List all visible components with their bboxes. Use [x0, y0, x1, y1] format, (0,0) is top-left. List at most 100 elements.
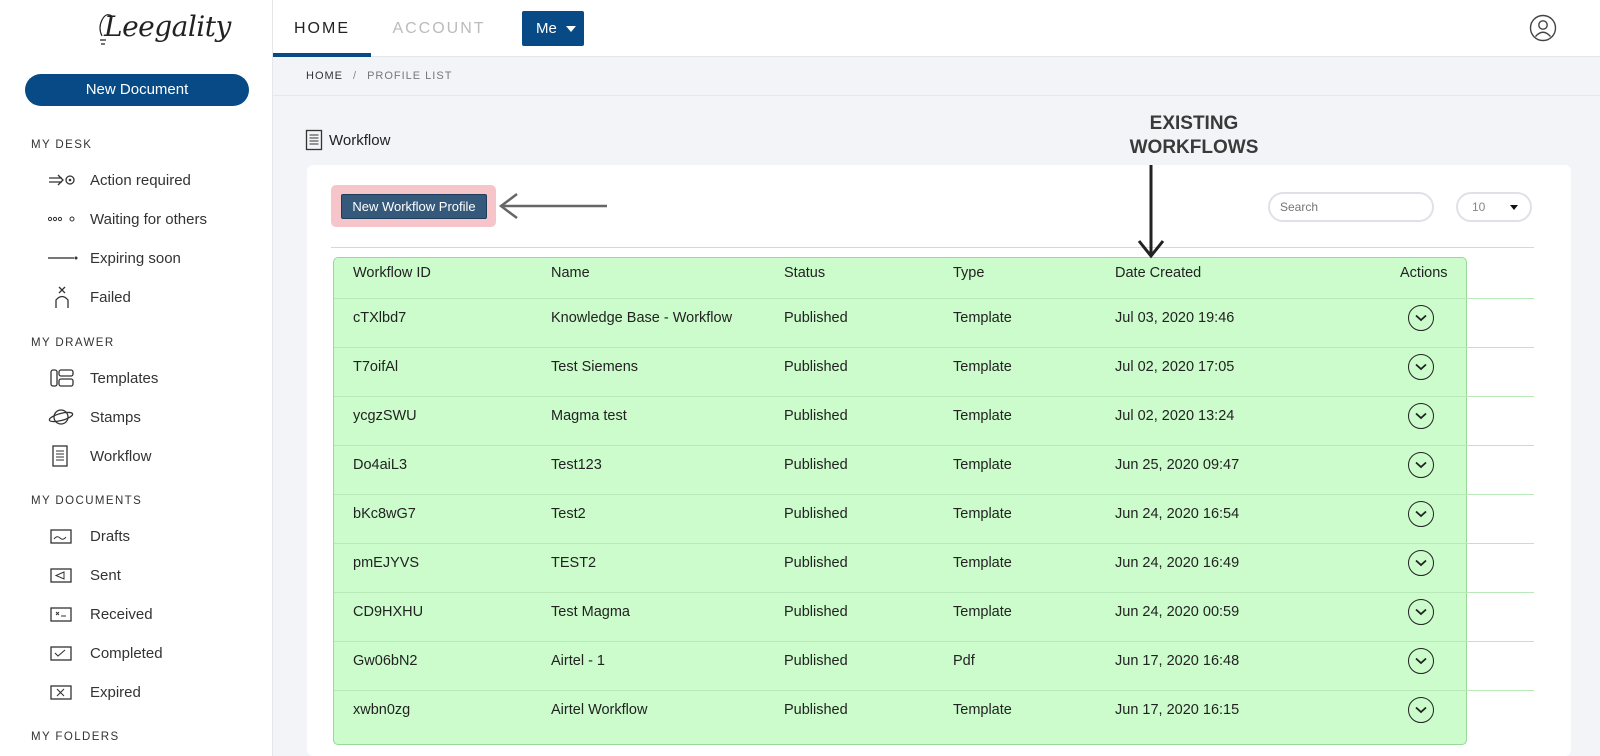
- me-dropdown-button[interactable]: Me: [522, 11, 584, 46]
- cell-type: Template: [953, 506, 1012, 522]
- workflow-document-icon: [305, 129, 323, 151]
- column-header-name: Name: [551, 265, 590, 281]
- received-icon: [48, 603, 78, 625]
- cell-date-created: Jun 25, 2020 09:47: [1115, 457, 1240, 473]
- cell-name: Test Siemens: [551, 359, 639, 375]
- logo-text: Leegality: [104, 10, 231, 43]
- row-actions-button[interactable]: [1408, 403, 1434, 429]
- sidebar-item-expired[interactable]: Expired: [48, 677, 141, 707]
- section-title-my-folders: MY FOLDERS: [31, 731, 120, 743]
- cell-workflow-id: Gw06bN2: [353, 653, 418, 669]
- column-header-type: Type: [953, 265, 985, 281]
- chevron-down-icon: [1415, 510, 1427, 518]
- cell-date-created: Jul 02, 2020 17:05: [1115, 359, 1235, 375]
- sidebar: Leegality New Document MY DESK Action re…: [0, 0, 273, 756]
- cell-date-created: Jun 24, 2020 00:59: [1115, 604, 1240, 620]
- sidebar-item-completed[interactable]: Completed: [48, 638, 163, 668]
- breadcrumb-current: PROFILE LIST: [367, 70, 453, 82]
- sidebar-item-sent[interactable]: Sent: [48, 560, 121, 590]
- row-divider: [334, 396, 1534, 397]
- chevron-down-icon: [1415, 608, 1427, 616]
- row-divider: [334, 445, 1534, 446]
- cell-name: Airtel Workflow: [551, 702, 648, 718]
- top-navigation-bar: HOME ACCOUNT Me: [273, 0, 1600, 57]
- sidebar-item-label: Drafts: [90, 527, 131, 545]
- sidebar-item-stamps[interactable]: Stamps: [48, 402, 141, 432]
- completed-icon: [48, 642, 78, 664]
- cell-date-created: Jun 24, 2020 16:49: [1115, 555, 1240, 571]
- section-title-my-drawer: MY DRAWER: [31, 337, 115, 349]
- sidebar-item-label: Waiting for others: [90, 210, 207, 228]
- breadcrumb-divider: [273, 95, 1600, 96]
- sidebar-item-label: Workflow: [90, 447, 152, 465]
- row-divider: [334, 298, 1534, 299]
- expiring-line-icon: [48, 247, 78, 269]
- cell-type: Pdf: [953, 653, 975, 669]
- column-header-status: Status: [784, 265, 826, 281]
- workflow-icon: [48, 445, 78, 467]
- tab-home[interactable]: HOME: [273, 0, 371, 57]
- annotation-line-2: WORKFLOWS: [1129, 137, 1259, 158]
- waiting-dots-icon: [48, 208, 78, 230]
- sidebar-item-received[interactable]: Received: [48, 599, 153, 629]
- sidebar-item-action-required[interactable]: Action required: [48, 165, 191, 195]
- breadcrumb-home[interactable]: HOME: [306, 70, 343, 82]
- drafts-icon: [48, 525, 78, 547]
- sidebar-item-templates[interactable]: Templates: [48, 363, 158, 393]
- chevron-down-icon: [1415, 657, 1427, 665]
- new-workflow-profile-button[interactable]: New Workflow Profile: [341, 194, 487, 219]
- row-actions-button[interactable]: [1408, 305, 1434, 331]
- user-circle-icon[interactable]: [1529, 14, 1557, 42]
- sidebar-item-expiring-soon[interactable]: Expiring soon: [48, 243, 181, 273]
- cell-status: Published: [784, 653, 848, 669]
- new-document-button[interactable]: New Document: [25, 74, 249, 106]
- row-divider: [334, 543, 1534, 544]
- failed-icon: [48, 286, 78, 308]
- sidebar-item-label: Templates: [90, 369, 159, 387]
- row-actions-button[interactable]: [1408, 648, 1434, 674]
- sidebar-item-waiting-for-others[interactable]: Waiting for others: [48, 204, 207, 234]
- cell-date-created: Jul 03, 2020 19:46: [1115, 310, 1235, 326]
- row-divider: [334, 494, 1534, 495]
- row-actions-button[interactable]: [1408, 550, 1434, 576]
- column-header-actions: Actions: [1400, 265, 1448, 281]
- cell-date-created: Jul 02, 2020 13:24: [1115, 408, 1235, 424]
- section-title-my-documents: MY DOCUMENTS: [31, 495, 143, 507]
- search-input[interactable]: [1268, 192, 1434, 222]
- section-title-my-desk: MY DESK: [31, 139, 93, 151]
- sidebar-item-failed[interactable]: Failed: [48, 282, 131, 312]
- row-actions-button[interactable]: [1408, 354, 1434, 380]
- cell-workflow-id: ycgzSWU: [353, 408, 417, 424]
- row-actions-button[interactable]: [1408, 501, 1434, 527]
- cell-workflow-id: pmEJYVS: [353, 555, 420, 571]
- tab-account[interactable]: ACCOUNT: [389, 0, 489, 57]
- breadcrumb-separator: /: [353, 70, 358, 82]
- chevron-down-icon: [1415, 314, 1427, 322]
- cell-date-created: Jun 17, 2020 16:48: [1115, 653, 1240, 669]
- cell-type: Template: [953, 555, 1012, 571]
- cell-name: TEST2: [551, 555, 597, 571]
- chevron-down-icon: [1415, 412, 1427, 420]
- cell-type: Template: [953, 457, 1012, 473]
- row-actions-button[interactable]: [1408, 697, 1434, 723]
- action-required-icon: [48, 169, 78, 191]
- me-label: Me: [536, 20, 557, 37]
- page-title: Workflow: [305, 129, 390, 151]
- sidebar-item-label: Failed: [90, 288, 131, 306]
- logo[interactable]: Leegality: [96, 6, 231, 52]
- sidebar-item-label: Completed: [90, 644, 163, 662]
- table-top-divider: [331, 247, 1534, 248]
- caret-down-icon: [1510, 205, 1518, 210]
- page-size-select[interactable]: 10: [1456, 192, 1532, 222]
- sidebar-item-label: Expiring soon: [90, 249, 181, 267]
- sidebar-item-workflow[interactable]: Workflow: [48, 441, 151, 471]
- cell-date-created: Jun 24, 2020 16:54: [1115, 506, 1240, 522]
- cell-name: Magma test: [551, 408, 627, 424]
- cell-type: Template: [953, 359, 1012, 375]
- cell-status: Published: [784, 310, 848, 326]
- sidebar-item-drafts[interactable]: Drafts: [48, 521, 130, 551]
- sent-icon: [48, 564, 78, 586]
- row-actions-button[interactable]: [1408, 452, 1434, 478]
- row-actions-button[interactable]: [1408, 599, 1434, 625]
- cell-type: Template: [953, 310, 1012, 326]
